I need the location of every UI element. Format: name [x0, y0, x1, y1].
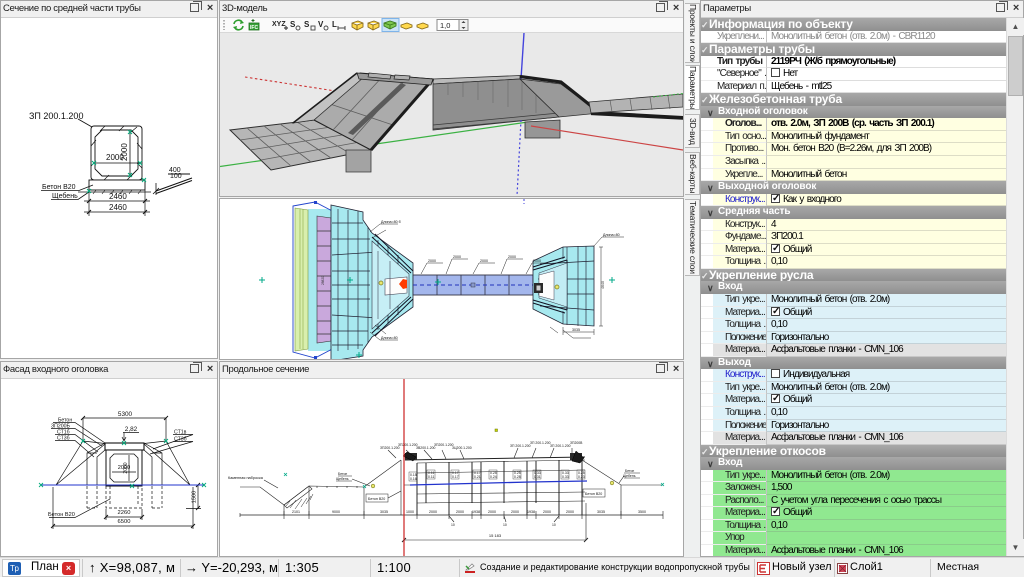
svg-text:СТ3б: СТ3б — [174, 437, 187, 443]
svg-text:ЗП200.1.200: ЗП200.1.200 — [380, 446, 400, 450]
svg-text:3035: 3035 — [380, 510, 388, 514]
svg-text:Бетон В20: Бетон В20 — [368, 497, 385, 501]
svg-text:10: 10 — [503, 523, 507, 527]
svg-text:2000: 2000 — [123, 462, 129, 473]
svg-text:S: S — [304, 20, 310, 29]
svg-text:Бетон: Бетон — [338, 472, 347, 476]
svg-text:100: 100 — [170, 173, 182, 180]
svg-text:Щебень: Щебень — [52, 192, 78, 200]
svg-text:2000: 2000 — [566, 510, 574, 514]
svg-text:Бетон В20: Бетон В20 — [48, 512, 75, 518]
svg-text:3035: 3035 — [597, 510, 605, 514]
svg-text:1,0: 1,0 — [440, 21, 450, 30]
svg-text:IFC: IFC — [250, 25, 258, 31]
svg-text:1938: 1938 — [472, 510, 480, 514]
svg-text:ЗП 200.1.200: ЗП 200.1.200 — [510, 444, 531, 448]
svg-text:0.28: 0.28 — [514, 475, 521, 479]
svg-text:1000: 1000 — [406, 510, 414, 514]
svg-text:2000: 2000 — [480, 259, 488, 263]
svg-text:Бетон: Бетон — [625, 469, 634, 473]
svg-text:СТ3б: СТ3б — [57, 436, 70, 442]
svg-text:СТ1в: СТ1в — [174, 430, 187, 436]
svg-text:2460: 2460 — [109, 192, 127, 201]
svg-text:ЗП 200.1.200: ЗП 200.1.200 — [550, 444, 571, 448]
svg-text:0.21: 0.21 — [474, 475, 481, 479]
svg-text:5300: 5300 — [118, 411, 133, 418]
svg-text:0.33: 0.33 — [562, 475, 569, 479]
svg-text:Длина=80: Длина=80 — [603, 233, 620, 237]
svg-text:1500: 1500 — [192, 491, 198, 503]
svg-text:0.16: 0.16 — [410, 477, 417, 481]
svg-text:2000: 2000 — [453, 255, 461, 259]
svg-text:2460: 2460 — [109, 203, 127, 212]
svg-text:S: S — [290, 20, 296, 29]
svg-text:0.11: 0.11 — [428, 475, 434, 479]
svg-text:2,82: 2,82 — [125, 426, 138, 433]
svg-text:ЗП200В: ЗП200В — [570, 441, 583, 445]
svg-text:2000: 2000 — [429, 510, 437, 514]
svg-text:2000: 2000 — [456, 510, 464, 514]
svg-text:0.24: 0.24 — [490, 475, 497, 479]
svg-text:3500: 3500 — [638, 510, 646, 514]
svg-text:2000: 2000 — [120, 143, 129, 161]
svg-text:ЗП200.1.200: ЗП200.1.200 — [434, 443, 454, 447]
svg-text:Каменная наброска: Каменная наброска — [228, 476, 264, 480]
svg-text:ЗП 200.1.200: ЗП 200.1.200 — [530, 441, 551, 445]
svg-text:L: L — [332, 20, 337, 29]
svg-text:2101: 2101 — [292, 510, 300, 514]
svg-text:28820: 28820 — [321, 276, 325, 285]
svg-text:Бетон В20: Бетон В20 — [42, 184, 76, 191]
svg-text:2000: 2000 — [488, 510, 496, 514]
svg-text:Длина=80: Длина=80 — [381, 336, 398, 340]
svg-text:0.17: 0.17 — [452, 475, 459, 479]
svg-text:ЗВ200.1.200: ЗВ200.1.200 — [416, 446, 436, 450]
svg-text:Щебень: Щебень — [336, 477, 349, 481]
svg-text:1938: 1938 — [527, 510, 535, 514]
svg-text:Щебень: Щебень — [623, 474, 636, 478]
svg-text:Бетон В20: Бетон В20 — [585, 492, 602, 496]
svg-text:2260: 2260 — [118, 510, 131, 516]
svg-text:V: V — [318, 20, 324, 29]
svg-text:4640: 4640 — [601, 281, 605, 289]
svg-text:10: 10 — [552, 523, 556, 527]
svg-text:2000: 2000 — [543, 510, 551, 514]
svg-text:10: 10 — [451, 523, 455, 527]
svg-text:ЗЦ200.1.200: ЗЦ200.1.200 — [452, 446, 472, 450]
svg-text:0.23: 0.23 — [578, 475, 585, 479]
svg-text:ЗП200.1.200: ЗП200.1.200 — [398, 443, 418, 447]
svg-text:3035: 3035 — [572, 328, 580, 332]
svg-text:15 183: 15 183 — [489, 533, 502, 538]
svg-text:2000: 2000 — [511, 510, 519, 514]
svg-text:Длина=80 б: Длина=80 б — [381, 220, 401, 224]
svg-text:2000: 2000 — [508, 255, 516, 259]
svg-text:2000: 2000 — [428, 259, 436, 263]
svg-text:6500: 6500 — [118, 519, 131, 525]
svg-text:XYZ: XYZ — [272, 21, 286, 28]
svg-text:ЗП 200.1.200: ЗП 200.1.200 — [29, 111, 83, 121]
svg-text:9000: 9000 — [332, 510, 340, 514]
svg-text:0.31: 0.31 — [534, 475, 541, 479]
svg-text:2000: 2000 — [533, 259, 541, 263]
